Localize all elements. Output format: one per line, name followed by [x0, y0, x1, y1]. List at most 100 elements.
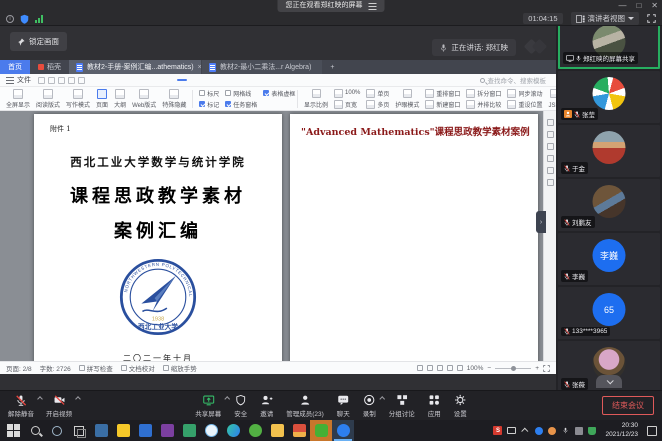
tray-app-orange-icon[interactable]: [548, 427, 556, 435]
security-shield-icon[interactable]: [20, 14, 29, 24]
toolbar-button[interactable]: 管理成员(23): [286, 393, 324, 418]
zoom-in-button[interactable]: +: [535, 365, 539, 372]
lock-screen-button[interactable]: 锁定画面: [10, 32, 67, 51]
toolbar-button[interactable]: 邀请: [260, 393, 273, 418]
tray-app-blue-icon[interactable]: [535, 427, 543, 435]
zoom-slider[interactable]: [495, 368, 531, 369]
screen-watch-banner[interactable]: 您正在观看郑红映的屏幕: [278, 0, 385, 12]
document-tab[interactable]: 教材2-最小二乘法...r Algebra): [202, 60, 322, 74]
ribbon-tab[interactable]: [194, 79, 204, 81]
command-search[interactable]: 查找命令、搜索模板: [480, 75, 551, 85]
wps-docer-tab[interactable]: 稻壳: [30, 60, 69, 74]
taskbar-clock[interactable]: 20:30 2021/12/23: [601, 422, 642, 439]
ribbon-tool-button[interactable]: 多页: [366, 99, 389, 110]
ribbon-view-button[interactable]: 页面: [96, 89, 108, 109]
ribbon-tool-button[interactable]: 拆分窗口: [466, 88, 501, 99]
tray-board-icon[interactable]: [575, 427, 583, 435]
ribbon-tab[interactable]: [92, 79, 102, 81]
ribbon-tab[interactable]: [160, 79, 170, 81]
ime-icon[interactable]: S: [493, 426, 502, 435]
tab-close-icon[interactable]: ×: [198, 64, 201, 71]
maximize-button[interactable]: □: [636, 0, 641, 12]
ribbon-tool-button[interactable]: 重排窗口: [425, 88, 460, 99]
taskbar-app[interactable]: [332, 420, 354, 441]
toolbar-button[interactable]: 开启视频: [46, 393, 72, 418]
ribbon-view-button[interactable]: 写作模式: [66, 89, 90, 109]
ribbon-tool-button[interactable]: 护眼模式: [395, 88, 419, 110]
toolbar-button[interactable]: 聊天: [337, 393, 350, 418]
taskbar-app[interactable]: [244, 420, 266, 441]
fit-fullscreen-icon[interactable]: [543, 365, 550, 372]
taskbar-app[interactable]: [156, 420, 178, 441]
ribbon-tab[interactable]: [126, 79, 136, 81]
ribbon-tab[interactable]: [109, 79, 119, 81]
zoom-out-button[interactable]: −: [487, 365, 491, 372]
participant-tile[interactable]: 刘鹏友: [558, 179, 660, 231]
ribbon-tool-button[interactable]: 并排比较: [466, 99, 501, 110]
taskbar-app[interactable]: [200, 420, 222, 441]
action-center-icon[interactable]: [647, 426, 657, 436]
wps-side-toolbar[interactable]: [543, 111, 556, 361]
chevron-up-icon[interactable]: [224, 396, 230, 402]
banner-menu-icon[interactable]: [369, 3, 377, 10]
close-button[interactable]: ✕: [651, 0, 658, 12]
eye-protect-icon[interactable]: [417, 365, 423, 371]
tray-security-icon[interactable]: [588, 427, 596, 435]
taskbar-app[interactable]: [134, 420, 156, 441]
sidebar-expand-button[interactable]: ›: [536, 211, 546, 233]
spellcheck-toggle[interactable]: 拼写检查: [79, 363, 113, 373]
toolbar-button[interactable]: 录制: [363, 393, 376, 418]
minimize-button[interactable]: —: [618, 0, 626, 12]
ribbon-tool-button[interactable]: 单页: [366, 88, 389, 99]
taskbar-app[interactable]: [112, 420, 134, 441]
toolbar-button[interactable]: 安全: [234, 393, 247, 418]
taskbar-app[interactable]: [310, 420, 332, 441]
wps-home-tab[interactable]: 首页: [0, 60, 30, 74]
ribbon-view-button[interactable]: 大纲: [114, 89, 126, 109]
taskbar-app[interactable]: [46, 420, 68, 441]
chevron-up-icon[interactable]: [379, 396, 385, 402]
quick-access-icons[interactable]: [38, 77, 85, 84]
taskbar-app[interactable]: [24, 420, 46, 441]
ribbon-tab[interactable]: [228, 79, 238, 81]
toolbar-button[interactable]: 共享屏幕: [195, 393, 221, 418]
ribbon-tab[interactable]: [245, 79, 255, 81]
end-meeting-button[interactable]: 结束会议: [602, 396, 654, 415]
ribbon-tab[interactable]: [211, 79, 221, 81]
tray-mic-icon[interactable]: [561, 426, 570, 435]
new-tab-button[interactable]: +: [323, 60, 341, 74]
participant-tile[interactable]: 郑红映的屏幕共享: [558, 26, 660, 69]
ribbon-view-button[interactable]: 特殊隐藏: [162, 89, 186, 109]
network-signal-icon[interactable]: [35, 15, 43, 23]
ribbon-tool-button[interactable]: 100%: [334, 88, 360, 99]
outline-view-icon[interactable]: [457, 365, 463, 371]
toolbar-button[interactable]: 解除静音: [8, 393, 34, 418]
ribbon-tool-button[interactable]: 同步滚动: [507, 88, 542, 99]
ribbon-checkbox[interactable]: 标尺: [199, 89, 219, 98]
ribbon-view-button[interactable]: Web版式: [132, 89, 156, 109]
ribbon-view-button[interactable]: 阅读版式: [36, 89, 60, 109]
ribbon-tab[interactable]: [177, 79, 187, 81]
web-view-icon[interactable]: [447, 365, 453, 371]
tray-expand-icon[interactable]: [521, 426, 530, 435]
taskbar-app[interactable]: [288, 420, 310, 441]
ribbon-tool-button[interactable]: 重设位置: [507, 99, 542, 110]
taskbar-app[interactable]: [266, 420, 288, 441]
ribbon-tool-button[interactable]: 显示比例: [304, 88, 328, 110]
ribbon-tab[interactable]: [143, 79, 153, 81]
ribbon-checkbox[interactable]: 网格线: [225, 89, 257, 98]
taskbar-app[interactable]: [222, 420, 244, 441]
ribbon-tool-button[interactable]: JS宏: [548, 88, 556, 110]
proofing-toggle[interactable]: 文档校对: [121, 363, 155, 373]
taskbar-app[interactable]: [2, 420, 24, 441]
chevron-up-icon[interactable]: [75, 396, 81, 402]
fullscreen-icon[interactable]: [647, 14, 656, 23]
document-tab[interactable]: 教材2-手册-案例汇编...athematics) ×: [69, 60, 201, 74]
ribbon-checkbox[interactable]: 任务窗格: [225, 100, 257, 109]
document-page-content[interactable]: "Advanced Mathematics"课程思政教学素材案例: [290, 114, 538, 361]
view-mode-button[interactable]: 演讲者视图: [571, 12, 640, 25]
document-page-cover[interactable]: 附件 1 西北工业大学数学与统计学院 课程思政教学素材 案例汇编 NORTHWE…: [34, 114, 282, 361]
read-mode-icon[interactable]: [427, 365, 433, 371]
display-icon[interactable]: [507, 427, 516, 434]
file-menu-button[interactable]: 文件: [6, 75, 31, 85]
